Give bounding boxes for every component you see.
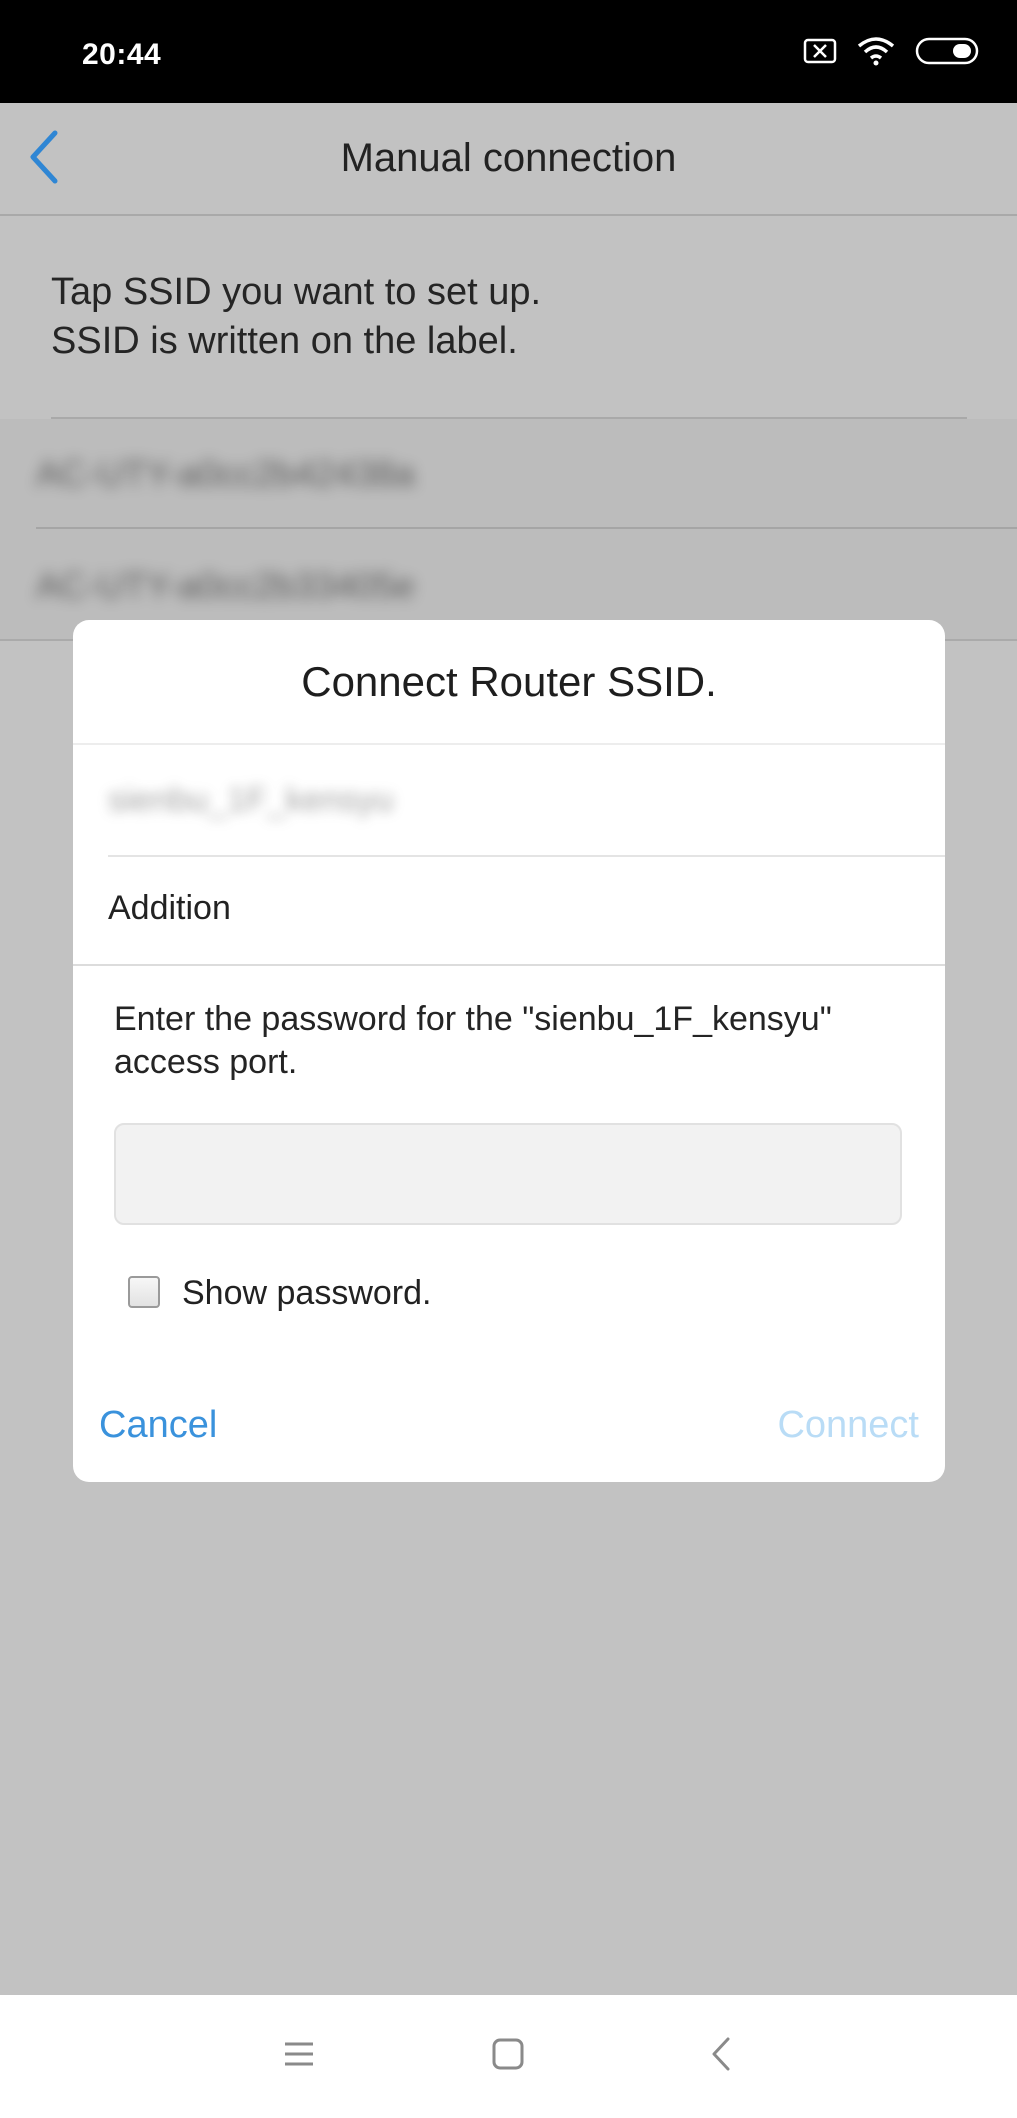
ssid-list-item[interactable]: AC-UTY-a0cc2b42438a — [36, 419, 1017, 529]
password-prompt: Enter the password for the "sienbu_1F_ke… — [114, 1000, 832, 1081]
dialog-ssid-option[interactable]: sienbu_1F_kensyu — [108, 745, 945, 857]
ssid-list: AC-UTY-a0cc2b42438a AC-UTY-a0cc2b33405e — [0, 419, 1017, 641]
divider — [73, 964, 945, 966]
connect-button[interactable]: Connect — [777, 1404, 919, 1447]
dialog-ssid-label: sienbu_1F_kensyu — [108, 781, 394, 819]
nav-home-button[interactable] — [481, 2029, 535, 2083]
status-bar: 20:44 — [0, 0, 1017, 103]
show-password-label: Show password. — [182, 1274, 432, 1312]
ssid-label: AC-UTY-a0cc2b42438a — [36, 453, 415, 494]
menu-icon — [282, 2039, 316, 2074]
nav-menu-button[interactable] — [272, 2029, 326, 2083]
battery-icon — [915, 37, 979, 65]
instructions-line-2: SSID is written on the label. — [51, 320, 518, 362]
notification-dismiss-icon — [803, 38, 837, 64]
cancel-button[interactable]: Cancel — [99, 1404, 217, 1447]
dialog-title: Connect Router SSID. — [301, 658, 717, 705]
instructions-text: Tap SSID you want to set up. SSID is wri… — [51, 268, 541, 366]
home-icon — [491, 2037, 525, 2076]
show-password-toggle[interactable]: Show password. — [128, 1274, 431, 1313]
nav-back-button[interactable] — [694, 2029, 748, 2083]
wifi-icon — [857, 36, 895, 66]
app-bar: Manual connection — [0, 103, 1017, 216]
system-nav-bar — [0, 1995, 1017, 2118]
connect-router-dialog: Connect Router SSID. sienbu_1F_kensyu Ad… — [73, 620, 945, 1482]
status-icons — [803, 36, 979, 66]
addition-label: Addition — [108, 889, 231, 927]
show-password-checkbox[interactable] — [128, 1275, 160, 1308]
addition-option[interactable]: Addition — [108, 857, 945, 964]
instructions-line-1: Tap SSID you want to set up. — [51, 271, 542, 313]
password-input[interactable] — [114, 1123, 902, 1225]
page-title: Manual connection — [340, 136, 677, 180]
back-icon — [709, 2036, 733, 2077]
status-time: 20:44 — [82, 38, 162, 71]
ssid-label: AC-UTY-a0cc2b33405e — [36, 565, 415, 606]
